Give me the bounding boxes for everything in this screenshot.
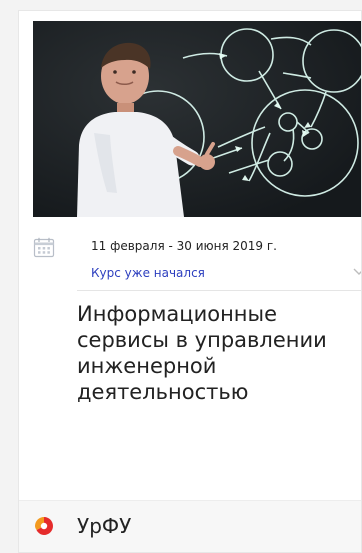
divider: [77, 290, 361, 291]
urfu-logo-icon: [35, 517, 53, 535]
course-status[interactable]: Курс уже начался: [91, 266, 205, 280]
calendar-icon: [33, 237, 55, 258]
course-card[interactable]: 11 февраля - 30 июня 2019 г. Курс уже на…: [18, 10, 362, 553]
course-dates: 11 февраля - 30 июня 2019 г.: [91, 239, 277, 253]
chevron-down-icon[interactable]: [353, 268, 362, 276]
course-meta: 11 февраля - 30 июня 2019 г. Курс уже на…: [33, 236, 362, 280]
course-image[interactable]: [33, 21, 361, 217]
provider-name: УрФУ: [77, 514, 132, 538]
provider-footer[interactable]: УрФУ: [19, 500, 361, 552]
course-title[interactable]: Информационные сервисы в управлении инже…: [77, 301, 353, 405]
lecture-image: [33, 21, 361, 217]
